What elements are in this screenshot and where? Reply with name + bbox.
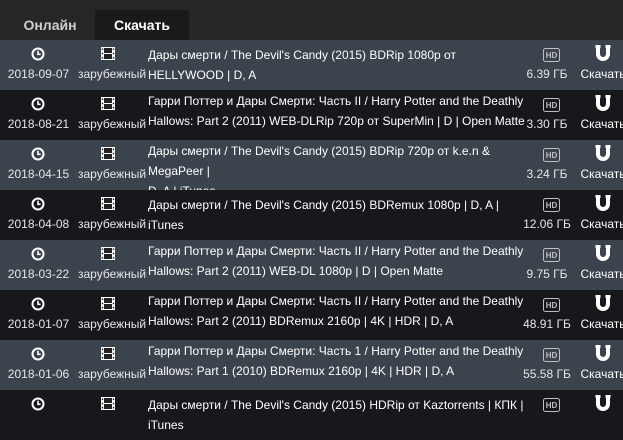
magnet-icon[interactable] bbox=[595, 145, 611, 163]
download-link[interactable]: Скачать bbox=[578, 217, 623, 231]
file-size: 55.58 ГБ bbox=[523, 367, 571, 381]
release-date: 2018-04-15 bbox=[7, 167, 70, 181]
svg-text:HD: HD bbox=[546, 51, 558, 60]
hd-icon: HD bbox=[543, 148, 560, 162]
file-size: 12.06 ГБ bbox=[523, 217, 571, 231]
title-line-2: Hallows: Part 2 (2011) WEB-DL 1080p | D … bbox=[148, 264, 444, 278]
file-size: 6.39 ГБ bbox=[526, 67, 568, 81]
release-date: 2018-01-06 bbox=[7, 367, 70, 381]
title-line-2: Hallows: Part 2 (2011) BDRemux 2160p | 4… bbox=[148, 314, 454, 328]
clock-icon bbox=[31, 47, 45, 61]
torrent-row[interactable]: 2018-03-22 зарубежный Гарри Поттер и Дары … bbox=[0, 240, 623, 290]
film-icon bbox=[101, 147, 115, 160]
clock-icon bbox=[31, 347, 45, 361]
title-line-1: Гарри Поттер и Дары Смерти: Часть II / H… bbox=[148, 294, 524, 308]
svg-text:HD: HD bbox=[546, 101, 558, 110]
release-date: 2018-08-21 bbox=[7, 117, 70, 131]
svg-text:HD: HD bbox=[546, 401, 558, 410]
category-label: зарубежный bbox=[78, 117, 147, 131]
torrent-row[interactable]: 2018-09-07 зарубежный Дары смерти / The De… bbox=[0, 40, 623, 90]
category-label: зарубежный bbox=[78, 217, 147, 231]
magnet-icon[interactable] bbox=[595, 395, 611, 413]
torrent-title[interactable]: Дары смерти / The Devil's Candy (2015) B… bbox=[148, 195, 533, 235]
release-date: 2018-04-08 bbox=[7, 217, 70, 231]
torrent-row[interactable]: 2018-01-06 зарубежный Гарри Поттер и Дары … bbox=[0, 340, 623, 390]
download-link[interactable]: Скачать bbox=[578, 317, 623, 331]
hd-icon: HD bbox=[543, 298, 560, 312]
torrent-row[interactable]: Дары смерти / The Devil's Candy (2015) H… bbox=[0, 390, 623, 440]
category-label: зарубежный bbox=[78, 367, 147, 381]
clock-icon bbox=[31, 147, 45, 161]
file-size: 3.30 ГБ bbox=[526, 117, 568, 131]
torrent-row[interactable]: 2018-04-15 зарубежный Дары смерти / The De… bbox=[0, 140, 623, 198]
hd-icon: HD bbox=[543, 48, 560, 62]
category-label: зарубежный bbox=[78, 317, 147, 331]
magnet-icon[interactable] bbox=[595, 295, 611, 313]
file-size: 9.75 ГБ bbox=[526, 267, 568, 281]
title-line-1: Дары смерти / The Devil's Candy (2015) B… bbox=[148, 48, 456, 82]
download-link[interactable]: Скачать bbox=[578, 167, 623, 181]
svg-text:HD: HD bbox=[546, 251, 558, 260]
clock-icon bbox=[31, 247, 45, 261]
torrent-title[interactable]: Дары смерти / The Devil's Candy (2015) H… bbox=[148, 395, 533, 435]
tab-bar: Онлайн Скачать bbox=[0, 0, 623, 40]
torrent-list: 2018-09-07 зарубежный Дары смерти / The De… bbox=[0, 40, 623, 440]
hd-icon: HD bbox=[543, 348, 560, 362]
svg-text:HD: HD bbox=[546, 351, 558, 360]
torrent-title[interactable]: Гарри Поттер и Дары Смерти: Часть II / H… bbox=[148, 291, 533, 331]
title-line-1: Гарри Поттер и Дары Смерти: Часть II / H… bbox=[148, 244, 524, 258]
film-icon bbox=[101, 297, 115, 310]
torrent-title[interactable]: Гарри Поттер и Дары Смерти: Часть II / H… bbox=[148, 241, 533, 281]
hd-icon: HD bbox=[543, 248, 560, 262]
download-link[interactable]: Скачать bbox=[578, 117, 623, 131]
title-line-1: Дары смерти / The Devil's Candy (2015) H… bbox=[148, 398, 524, 432]
category-label: зарубежный bbox=[78, 67, 147, 81]
file-size: 3.24 ГБ bbox=[526, 167, 568, 181]
torrent-title[interactable]: Гарри Поттер и Дары Смерти: Часть 1 / Ha… bbox=[148, 341, 533, 381]
hd-icon: HD bbox=[543, 398, 560, 412]
release-date: 2018-03-22 bbox=[7, 267, 70, 281]
torrent-row[interactable]: 2018-04-08 зарубежный Дары смерти / The De… bbox=[0, 190, 623, 240]
film-icon bbox=[101, 397, 115, 410]
magnet-icon[interactable] bbox=[595, 195, 611, 213]
hd-icon: HD bbox=[543, 198, 560, 212]
magnet-icon[interactable] bbox=[595, 345, 611, 363]
release-date: 2018-09-07 bbox=[7, 67, 70, 81]
tab-online[interactable]: Онлайн bbox=[8, 10, 92, 40]
film-icon bbox=[101, 97, 115, 110]
category-label: зарубежный bbox=[78, 267, 147, 281]
magnet-icon[interactable] bbox=[595, 245, 611, 263]
torrent-title[interactable]: Дары смерти / The Devil's Candy (2015) B… bbox=[148, 45, 533, 85]
svg-text:HD: HD bbox=[546, 301, 558, 310]
title-line-2: Hallows: Part 2 (2011) WEB-DLRip 720p от… bbox=[148, 114, 525, 128]
film-icon bbox=[101, 197, 115, 210]
title-line-2: Hallows: Part 1 (2010) BDRemux 2160p | 4… bbox=[148, 364, 455, 378]
clock-icon bbox=[31, 297, 45, 311]
film-icon bbox=[101, 347, 115, 360]
torrent-row[interactable]: 2018-01-07 зарубежный Гарри Поттер и Дары … bbox=[0, 290, 623, 340]
category-label: зарубежный bbox=[78, 167, 147, 181]
svg-text:HD: HD bbox=[546, 201, 558, 210]
hd-icon: HD bbox=[543, 98, 560, 112]
film-icon bbox=[101, 47, 115, 60]
tab-download[interactable]: Скачать bbox=[95, 10, 189, 40]
title-line-1: Гарри Поттер и Дары Смерти: Часть 1 / Ha… bbox=[148, 344, 524, 358]
title-line-1: Дары смерти / The Devil's Candy (2015) B… bbox=[148, 198, 499, 232]
download-link[interactable]: Скачать bbox=[578, 67, 623, 81]
download-link[interactable]: Скачать bbox=[578, 367, 623, 381]
download-link[interactable]: Скачать bbox=[578, 267, 623, 281]
torrent-title[interactable]: Гарри Поттер и Дары Смерти: Часть II / H… bbox=[148, 91, 533, 131]
svg-text:HD: HD bbox=[546, 151, 558, 160]
release-date: 2018-01-07 bbox=[7, 317, 70, 331]
clock-icon bbox=[31, 97, 45, 111]
magnet-icon[interactable] bbox=[595, 45, 611, 63]
title-line-1: Дары смерти / The Devil's Candy (2015) B… bbox=[148, 144, 490, 178]
magnet-icon[interactable] bbox=[595, 95, 611, 113]
clock-icon bbox=[31, 397, 45, 411]
film-icon bbox=[101, 247, 115, 260]
title-line-1: Гарри Поттер и Дары Смерти: Часть II / H… bbox=[148, 94, 524, 108]
torrent-row[interactable]: 2018-08-21 зарубежный Гарри Поттер и Дары … bbox=[0, 90, 623, 140]
file-size: 48.91 ГБ bbox=[523, 317, 571, 331]
clock-icon bbox=[31, 197, 45, 211]
